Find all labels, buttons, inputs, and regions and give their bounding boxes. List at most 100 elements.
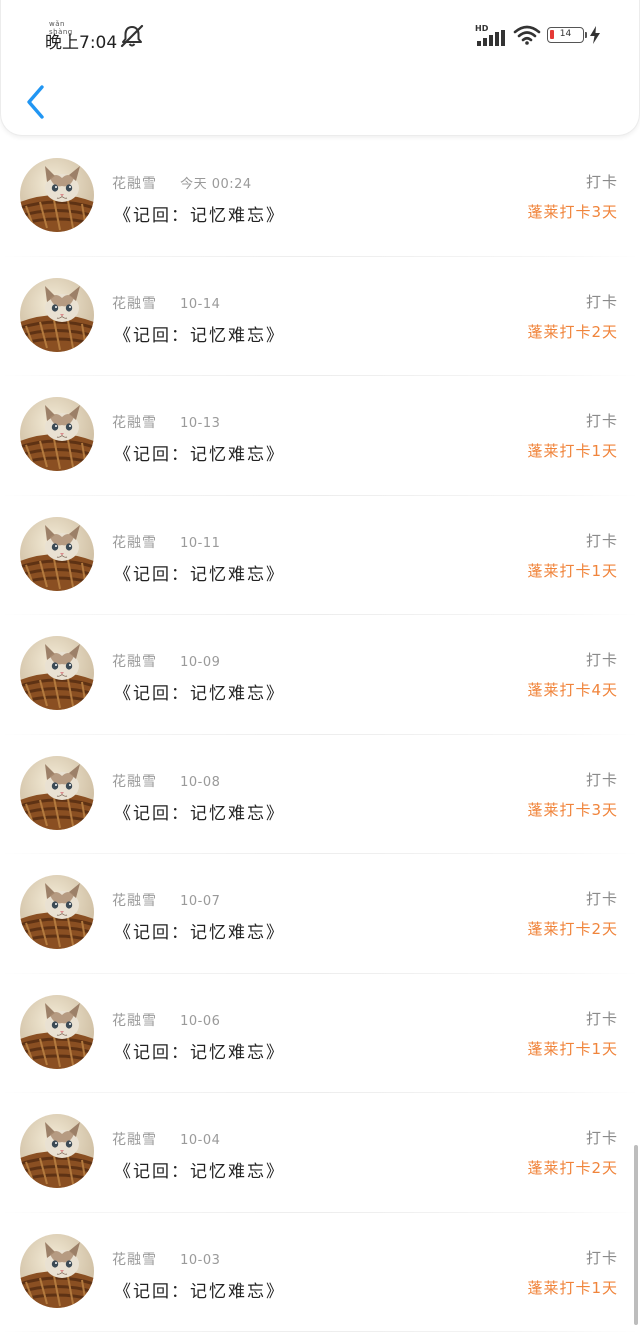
list-item[interactable]: 花融雪 10-06 《记回：记忆难忘》 打卡 蓬莱打卡1天 [0,974,640,1093]
battery-icon: 14 [547,27,584,43]
chevron-left-icon [27,85,44,119]
post-title[interactable]: 《记回：记忆难忘》 [114,560,285,585]
checkin-button[interactable]: 打卡 [586,649,618,670]
post-date: 10-04 [180,1133,221,1148]
cat-avatar-image [20,994,94,1069]
checkin-button[interactable]: 打卡 [586,769,618,790]
item-meta: 花融雪 10-13 [112,412,220,432]
item-meta: 花融雪 10-09 [112,651,220,671]
item-meta: 花融雪 10-07 [112,890,220,910]
item-meta: 花融雪 10-14 [112,293,220,313]
post-title[interactable]: 《记回：记忆难忘》 [114,1277,285,1302]
list-item[interactable]: 花融雪 10-04 《记回：记忆难忘》 打卡 蓬莱打卡2天 [0,1093,640,1213]
post-date: 10-13 [180,416,221,431]
avatar[interactable] [20,994,94,1069]
list-item[interactable]: 花融雪 10-14 《记回：记忆难忘》 打卡 蓬莱打卡2天 [0,257,640,376]
post-date: 10-09 [180,655,221,670]
avatar[interactable] [20,158,94,232]
author-name: 花融雪 [112,295,157,312]
checkin-streak: 蓬莱打卡2天 [527,322,618,341]
cat-avatar-image [20,277,94,352]
checkin-button[interactable]: 打卡 [586,1127,618,1148]
wifi-icon [513,25,541,45]
back-button[interactable] [19,80,55,124]
author-name: 花融雪 [112,534,157,551]
bell-off-icon [120,24,144,48]
cat-avatar-image [20,516,94,591]
header: wǎn shàng 晚上7:04 HD 14 [0,0,640,136]
avatar[interactable] [20,875,94,949]
item-meta: 花融雪 今天 00:24 [112,173,252,193]
author-name: 花融雪 [112,1012,157,1029]
post-title[interactable]: 《记回：记忆难忘》 [114,1157,285,1182]
avatar[interactable] [20,636,94,710]
divider [0,1331,640,1332]
author-name: 花融雪 [112,773,157,790]
post-date: 10-08 [180,774,221,790]
post-title[interactable]: 《记回：记忆难忘》 [114,918,285,943]
checkin-streak: 蓬莱打卡1天 [527,561,618,580]
item-meta: 花融雪 10-04 [112,1129,220,1149]
author-name: 花融雪 [112,176,157,192]
battery-level: 14 [559,29,572,39]
cat-avatar-image [20,397,94,471]
post-title[interactable]: 《记回：记忆难忘》 [114,679,285,704]
author-name: 花融雪 [112,893,157,909]
cat-avatar-image [20,1114,94,1188]
list-item[interactable]: 花融雪 今天 00:24 《记回：记忆难忘》 打卡 蓬莱打卡3天 [0,137,640,257]
checkin-streak: 蓬莱打卡1天 [527,1039,618,1058]
cat-avatar-image [20,636,94,710]
item-meta: 花融雪 10-11 [112,532,220,552]
signal-icon [477,30,505,46]
avatar[interactable] [20,397,94,471]
scrollbar[interactable] [634,1145,638,1325]
post-date: 10-06 [180,1013,221,1029]
cat-avatar-image [20,875,94,949]
battery-cap [585,32,587,38]
post-title[interactable]: 《记回：记忆难忘》 [114,1038,285,1063]
checkin-streak: 蓬莱打卡2天 [527,920,618,938]
author-name: 花融雪 [112,1132,157,1148]
list-item[interactable]: 花融雪 10-13 《记回：记忆难忘》 打卡 蓬莱打卡1天 [0,376,640,496]
checkin-streak: 蓬莱打卡1天 [527,1278,618,1297]
post-title[interactable]: 《记回：记忆难忘》 [114,440,285,465]
item-meta: 花融雪 10-08 [112,771,220,791]
checkin-button[interactable]: 打卡 [586,291,618,312]
list-item[interactable]: 花融雪 10-11 《记回：记忆难忘》 打卡 蓬莱打卡1天 [0,496,640,615]
cat-avatar-image [20,1233,94,1308]
post-date: 10-11 [180,535,221,551]
post-title[interactable]: 《记回：记忆难忘》 [114,201,285,226]
checkin-streak: 蓬莱打卡2天 [527,1159,618,1177]
post-title[interactable]: 《记回：记忆难忘》 [114,321,285,346]
checkin-button[interactable]: 打卡 [586,1008,618,1029]
checkin-streak: 蓬莱打卡1天 [527,442,618,460]
checkin-button[interactable]: 打卡 [586,888,618,909]
checkin-list: 花融雪 今天 00:24 《记回：记忆难忘》 打卡 蓬莱打卡3天 花融雪 10-… [0,137,640,1332]
avatar[interactable] [20,1114,94,1188]
checkin-button[interactable]: 打卡 [586,530,618,551]
checkin-streak: 蓬莱打卡3天 [527,203,618,221]
checkin-button[interactable]: 打卡 [586,1247,618,1268]
checkin-button[interactable]: 打卡 [586,171,618,192]
status-time: 晚上7:04 [45,33,118,53]
author-name: 花融雪 [112,1251,157,1268]
checkin-streak: 蓬莱打卡3天 [527,800,618,819]
cat-avatar-image [20,158,94,232]
avatar[interactable] [20,755,94,830]
post-date: 10-03 [180,1252,221,1268]
avatar[interactable] [20,516,94,591]
list-item[interactable]: 花融雪 10-09 《记回：记忆难忘》 打卡 蓬莱打卡4天 [0,615,640,735]
status-bar: wǎn shàng 晚上7:04 HD 14 [1,0,640,70]
list-item[interactable]: 花融雪 10-03 《记回：记忆难忘》 打卡 蓬莱打卡1天 [0,1213,640,1332]
post-date: 10-14 [180,296,221,312]
post-date: 今天 00:24 [180,177,252,192]
checkin-button[interactable]: 打卡 [586,410,618,431]
avatar[interactable] [20,1233,94,1308]
list-item[interactable]: 花融雪 10-08 《记回：记忆难忘》 打卡 蓬莱打卡3天 [0,735,640,854]
post-date: 10-07 [180,894,221,909]
post-title[interactable]: 《记回：记忆难忘》 [114,799,285,824]
item-meta: 花融雪 10-06 [112,1010,220,1030]
avatar[interactable] [20,277,94,352]
list-item[interactable]: 花融雪 10-07 《记回：记忆难忘》 打卡 蓬莱打卡2天 [0,854,640,974]
item-meta: 花融雪 10-03 [112,1249,220,1269]
